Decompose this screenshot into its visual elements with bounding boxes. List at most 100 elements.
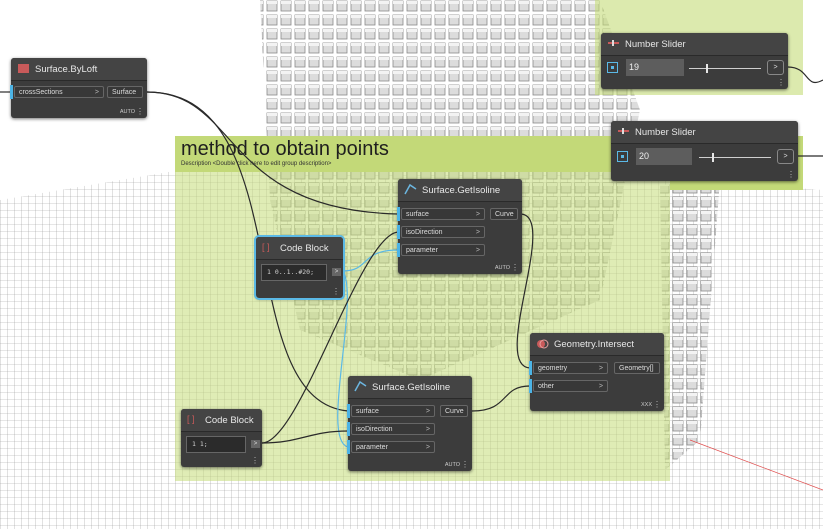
port-label: surface [356, 408, 379, 415]
input-port-surface[interactable]: surface > [401, 208, 485, 220]
node-title[interactable]: Surface.ByLoft [35, 64, 97, 75]
chevron-right-icon: > [598, 383, 603, 390]
intersect-icon [537, 339, 549, 349]
input-port-isodirection[interactable]: isoDirection > [401, 226, 485, 238]
port-label: isoDirection [406, 229, 443, 236]
input-port-isodirection[interactable]: isoDirection > [351, 423, 435, 435]
port-label: isoDirection [356, 426, 393, 433]
lacing-label[interactable]: AUTO [120, 109, 135, 115]
node-menu-icon[interactable]: ⋮ [136, 108, 144, 116]
node-geometry-intersect[interactable]: Geometry.Intersect geometry > other > Geom… [529, 333, 664, 411]
code-block-icon: [ ] [187, 414, 195, 424]
input-port-other[interactable]: other > [533, 380, 608, 392]
input-port-crosssections[interactable]: crossSections > [14, 86, 104, 98]
surface-icon [18, 64, 29, 73]
expand-toggle[interactable] [607, 62, 618, 73]
node-number-slider-2[interactable]: Number Slider 20 > ⋮ [611, 121, 798, 181]
output-port[interactable]: > [332, 268, 341, 276]
output-port-surface[interactable]: Surface [107, 86, 143, 98]
node-menu-icon[interactable]: ⋮ [511, 264, 519, 272]
code-editor[interactable]: 1 1; [186, 436, 246, 453]
port-label: Curve [445, 408, 464, 415]
lacing-label[interactable]: XXX [641, 402, 652, 408]
node-surface-getisoline-2[interactable]: Surface.GetIsoline surface > isoDirection… [347, 376, 472, 471]
input-indicator [529, 379, 532, 393]
node-title[interactable]: Geometry.Intersect [554, 339, 634, 350]
node-title[interactable]: Code Block [280, 243, 329, 254]
port-label: Geometry[] [619, 365, 654, 372]
lacing-label[interactable]: AUTO [495, 265, 510, 271]
group-description[interactable]: Description <Double click here to edit g… [181, 161, 331, 167]
code-editor[interactable]: 1 0..1..#20; [261, 264, 327, 281]
chevron-right-icon: > [425, 426, 430, 433]
node-title[interactable]: Surface.GetIsoline [372, 382, 450, 393]
dynamo-canvas[interactable]: method to obtain points Description <Dou… [0, 0, 823, 529]
chevron-right-icon: > [475, 247, 480, 254]
expand-toggle[interactable] [617, 151, 628, 162]
input-port-surface[interactable]: surface > [351, 405, 435, 417]
port-label: Curve [495, 211, 514, 218]
node-title[interactable]: Number Slider [625, 39, 686, 50]
chevron-right-icon: > [598, 365, 603, 372]
slider-thumb[interactable] [706, 64, 708, 73]
slider-thumb[interactable] [712, 153, 714, 162]
slider-value-field[interactable]: 20 [636, 148, 692, 165]
node-title[interactable]: Surface.GetIsoline [422, 185, 500, 196]
input-indicator [397, 225, 400, 239]
node-menu-icon[interactable]: ⋮ [461, 461, 469, 469]
input-indicator [10, 85, 13, 99]
node-menu-icon[interactable]: ⋮ [777, 79, 785, 87]
output-port[interactable]: > [251, 440, 260, 448]
group-header[interactable]: method to obtain points Description <Dou… [175, 136, 670, 172]
node-menu-icon[interactable]: ⋮ [787, 171, 795, 179]
node-surface-getisoline-1[interactable]: Surface.GetIsoline surface > isoDirection… [397, 179, 522, 274]
node-menu-icon[interactable]: ⋮ [653, 401, 661, 409]
node-number-slider-1[interactable]: Number Slider 19 > ⋮ [601, 33, 788, 89]
node-code-block-1[interactable]: [ ] Code Block 1 0..1..#20; > ⋮ [254, 235, 345, 300]
input-indicator [397, 207, 400, 221]
node-menu-icon[interactable]: ⋮ [332, 288, 340, 296]
slider-track[interactable] [699, 157, 771, 158]
output-port-curve[interactable]: Curve [490, 208, 518, 220]
port-label: parameter [406, 247, 438, 254]
slider-track[interactable] [689, 68, 761, 69]
port-label: Surface [112, 89, 137, 96]
port-label: crossSections [19, 89, 63, 96]
slider-output-button[interactable]: > [777, 149, 794, 164]
code-text[interactable]: 1; [200, 440, 208, 448]
input-indicator [347, 422, 350, 436]
input-port-geometry[interactable]: geometry > [533, 362, 608, 374]
chevron-right-icon: > [425, 444, 430, 451]
input-indicator [347, 404, 350, 418]
port-label: other [538, 383, 554, 390]
chevron-right-icon: > [475, 229, 480, 236]
node-code-block-2[interactable]: [ ] Code Block 1 1; > ⋮ [181, 409, 262, 467]
node-surface-byloft[interactable]: Surface.ByLoft crossSections > Surface AU… [10, 58, 147, 118]
input-indicator [397, 243, 400, 257]
slider-icon [608, 40, 619, 46]
code-text[interactable]: 0..1..#20; [275, 268, 314, 276]
isoline-icon [354, 380, 367, 392]
output-port-curve[interactable]: Curve [440, 405, 468, 417]
code-block-icon: [ ] [262, 242, 270, 252]
slider-value-field[interactable]: 19 [626, 59, 684, 76]
slider-output-button[interactable]: > [767, 60, 784, 75]
group-title[interactable]: method to obtain points [181, 138, 389, 161]
input-port-parameter[interactable]: parameter > [351, 441, 435, 453]
line-number: 1 [267, 268, 271, 276]
input-indicator [529, 361, 532, 375]
port-label: surface [406, 211, 429, 218]
node-title[interactable]: Number Slider [635, 127, 696, 138]
isoline-icon [404, 183, 417, 195]
chevron-right-icon: > [475, 211, 480, 218]
node-menu-icon[interactable]: ⋮ [251, 457, 259, 465]
line-number: 1 [192, 440, 196, 448]
port-label: geometry [538, 365, 568, 372]
lacing-label[interactable]: AUTO [445, 462, 460, 468]
node-title[interactable]: Code Block [205, 415, 254, 426]
input-indicator [347, 440, 350, 454]
chevron-right-icon: > [425, 408, 430, 415]
input-port-parameter[interactable]: parameter > [401, 244, 485, 256]
output-port-geometry-list[interactable]: Geometry[] [614, 362, 660, 374]
slider-icon [618, 128, 629, 134]
